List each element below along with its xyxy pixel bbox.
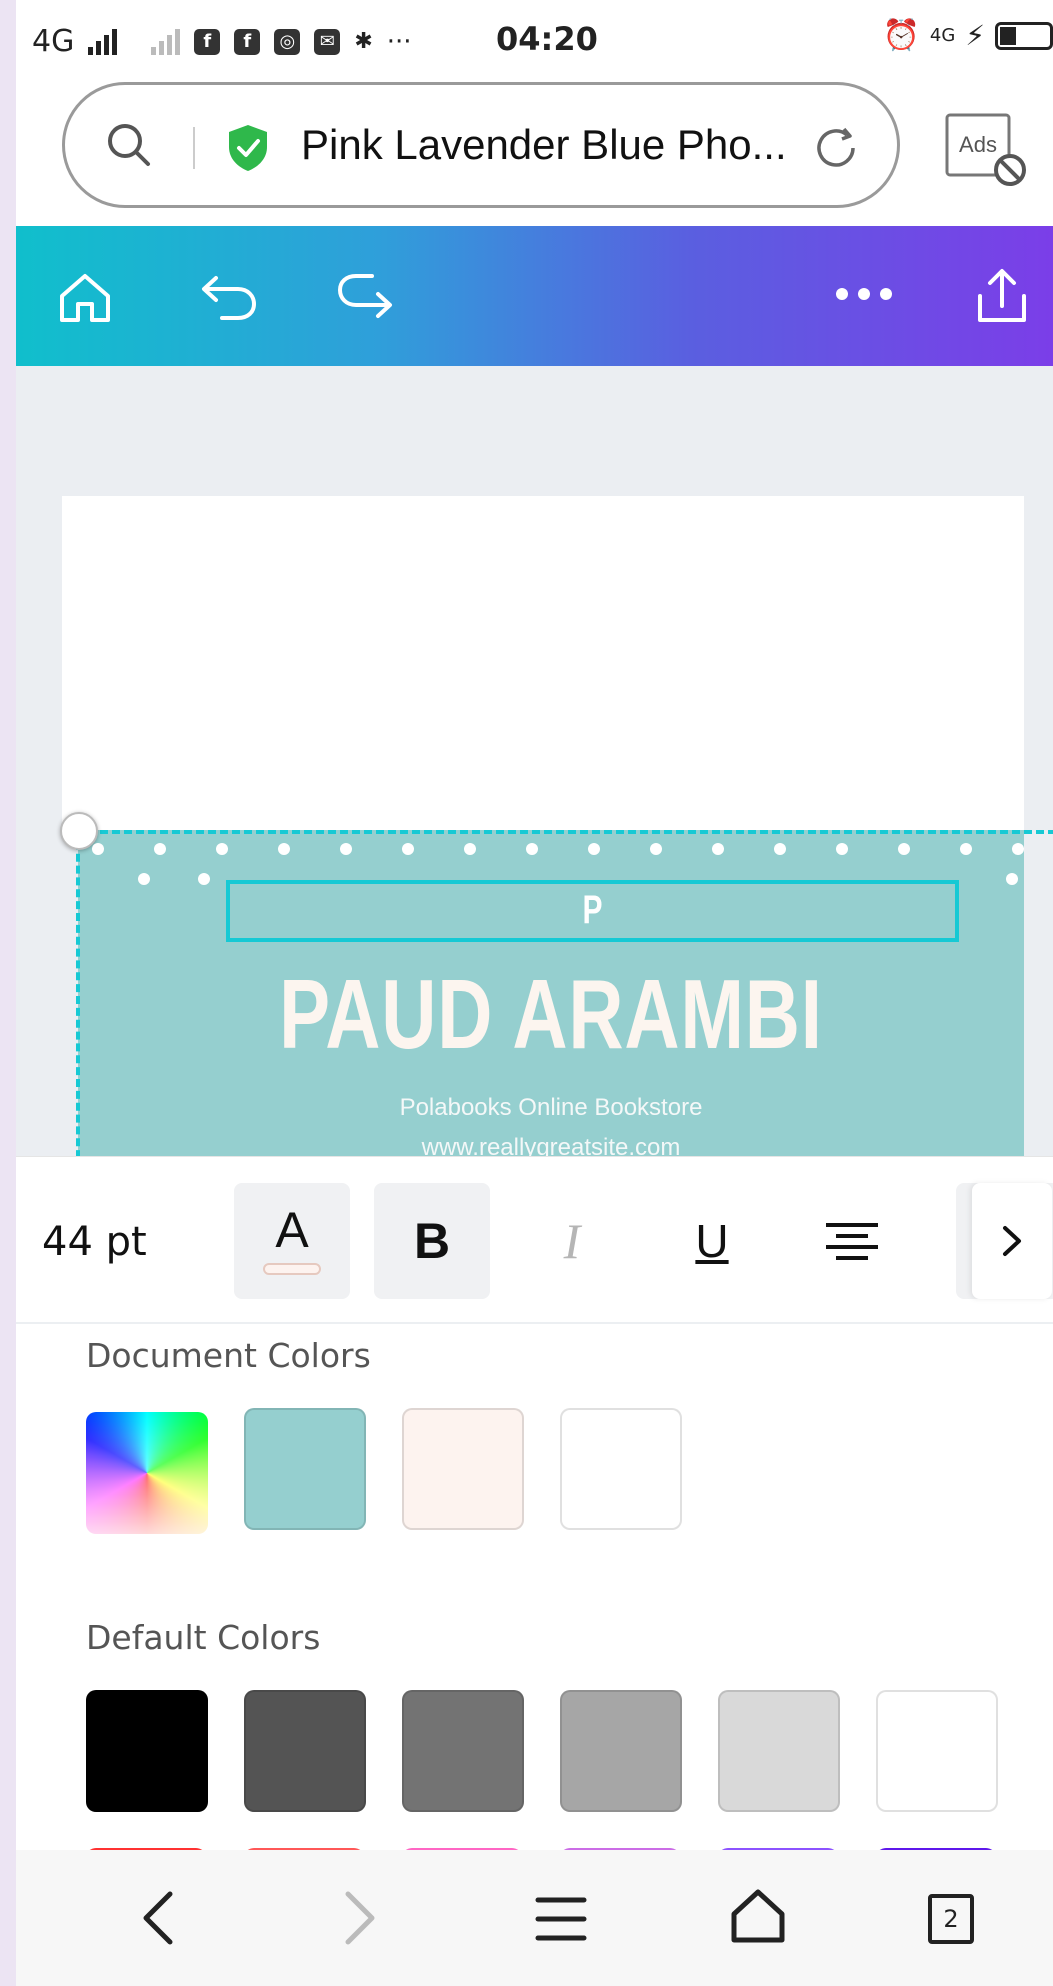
screen: 4G f f ◎ ✉ ✱ ··· 04:20 ⏰ 4G ⚡ Pink Laven… <box>16 0 1053 1986</box>
document-color-swatch[interactable] <box>402 1408 524 1530</box>
facebook-icon: f <box>234 28 261 55</box>
browser-nav-bar: 2 <box>16 1850 1053 1986</box>
address-bar[interactable]: Pink Lavender Blue Pho... <box>62 82 900 208</box>
default-color-swatch[interactable] <box>86 1690 208 1812</box>
dot-decoration <box>154 843 166 855</box>
card-subtitle-text[interactable]: Polabooks Online Bookstore <box>78 1094 1024 1122</box>
page-title[interactable]: Pink Lavender Blue Pho... <box>301 121 787 169</box>
font-size-button[interactable]: 44 pt <box>42 1219 147 1265</box>
undo-icon[interactable] <box>196 272 262 322</box>
text-color-indicator <box>263 1263 321 1275</box>
signal-icon-secondary <box>151 28 181 55</box>
dot-decoration <box>92 843 104 855</box>
default-color-swatch[interactable] <box>560 1690 682 1812</box>
facebook-icon: f <box>194 28 221 55</box>
text-color-icon: A <box>257 1201 327 1281</box>
dot-decoration <box>774 843 786 855</box>
default-color-swatch[interactable] <box>876 1690 998 1812</box>
ad-block-icon[interactable]: Ads <box>944 112 1030 188</box>
text-color-label: A <box>275 1202 309 1258</box>
dot-decoration <box>960 843 972 855</box>
menu-icon[interactable] <box>534 1894 588 1944</box>
default-color-swatch[interactable] <box>244 1690 366 1812</box>
dot-decoration <box>138 873 150 885</box>
align-center-button[interactable] <box>794 1183 910 1299</box>
secure-shield-icon <box>229 125 267 171</box>
signal-icon <box>88 28 118 55</box>
dot-decoration <box>340 843 352 855</box>
divider <box>193 127 195 169</box>
tab-count: 2 <box>943 1905 959 1933</box>
dot-decoration <box>712 843 724 855</box>
dot-decoration <box>1012 843 1024 855</box>
default-color-swatch[interactable] <box>718 1690 840 1812</box>
dot-decoration <box>1006 873 1018 885</box>
document-color-swatch[interactable] <box>560 1408 682 1530</box>
design-page[interactable] <box>62 496 1024 836</box>
document-color-swatch[interactable] <box>244 1408 366 1530</box>
card-name-text[interactable]: PAUD ARAMBI <box>182 958 920 1071</box>
toolbar-scroll-button[interactable] <box>972 1183 1052 1299</box>
share-icon[interactable] <box>972 266 1032 326</box>
italic-label: I <box>563 1213 581 1269</box>
default-color-swatch[interactable] <box>402 1690 524 1812</box>
email-icon: ✉ <box>314 28 341 55</box>
status-right: ⏰ 4G ⚡ <box>883 18 1053 53</box>
case-button[interactable]: aA <box>956 1183 1053 1299</box>
text-color-button[interactable]: A <box>234 1183 350 1299</box>
dot-decoration <box>650 843 662 855</box>
dot-decoration <box>278 843 290 855</box>
dot-decoration <box>402 843 414 855</box>
dot-decoration <box>836 843 848 855</box>
home-nav-icon[interactable] <box>728 1886 788 1946</box>
bold-button[interactable]: B <box>374 1183 490 1299</box>
instagram-icon: ◎ <box>274 28 301 55</box>
default-colors-title: Default Colors <box>86 1618 321 1657</box>
dot-decoration <box>898 843 910 855</box>
ads-label: Ads <box>959 132 997 157</box>
editor-toolbar <box>16 226 1053 366</box>
clock: 04:20 <box>496 20 598 58</box>
reload-icon[interactable] <box>809 121 863 175</box>
more-notifications-icon: ··· <box>386 26 412 57</box>
dot-decoration <box>198 873 210 885</box>
text-box-content[interactable]: P <box>321 888 865 933</box>
text-format-toolbar: 44 pt A B I U aA <box>16 1156 1053 1324</box>
forward-icon[interactable] <box>334 1888 384 1948</box>
search-icon[interactable] <box>103 119 155 171</box>
alarm-icon: ⏰ <box>882 18 920 53</box>
battery-icon <box>995 21 1053 50</box>
chevron-right-icon <box>1003 1226 1021 1256</box>
align-center-icon <box>826 1223 878 1260</box>
underline-label: U <box>695 1215 729 1267</box>
color-picker-button[interactable] <box>86 1412 208 1534</box>
charging-icon: ⚡ <box>965 19 985 52</box>
dot-decoration <box>464 843 476 855</box>
tabs-button[interactable]: 2 <box>928 1894 974 1944</box>
redo-icon[interactable] <box>332 272 398 322</box>
network-label-right: 4G <box>929 25 956 46</box>
underline-button[interactable]: U <box>654 1183 770 1299</box>
status-bar: 4G f f ◎ ✉ ✱ ··· 04:20 ⏰ 4G ⚡ <box>16 0 1053 80</box>
dot-decoration <box>588 843 600 855</box>
more-options-icon[interactable] <box>834 286 894 302</box>
selected-text-box[interactable]: P <box>226 880 959 942</box>
network-label: 4G <box>32 24 75 59</box>
home-icon[interactable] <box>56 270 114 326</box>
dot-decoration <box>216 843 228 855</box>
bold-label: B <box>413 1213 451 1269</box>
status-left: 4G f f ◎ ✉ ✱ ··· <box>32 24 412 59</box>
android-icon: ✱ <box>354 29 373 54</box>
italic-button[interactable]: I <box>514 1183 630 1299</box>
dot-decoration <box>526 843 538 855</box>
document-colors-title: Document Colors <box>86 1336 371 1375</box>
back-icon[interactable] <box>134 1888 184 1948</box>
